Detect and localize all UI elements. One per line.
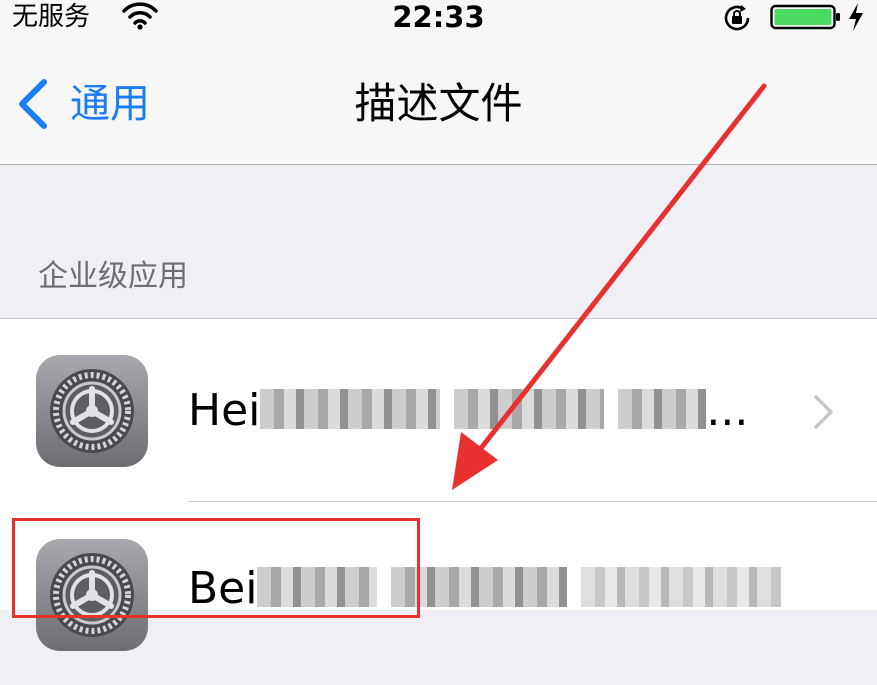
profile-name-visible: Bei (188, 563, 258, 614)
profile-name-visible: Hei (188, 385, 261, 436)
pixelated-text (581, 567, 782, 607)
navigation-bar: 通用 描述文件 (0, 36, 877, 165)
pixelated-text (454, 389, 605, 429)
profile-name-end: . (734, 385, 749, 436)
profile-item[interactable]: Hei... (0, 319, 877, 502)
pixelated-text (260, 389, 441, 429)
profile-name-ellipsis: .. (706, 385, 735, 436)
profile-name: Bei (188, 559, 782, 619)
pixelated-text (618, 389, 707, 429)
row-separator (188, 501, 877, 502)
profile-name: Hei... (188, 381, 748, 441)
profiles-list: Hei... Bei (0, 318, 877, 651)
profile-item[interactable]: Bei (0, 503, 877, 685)
charging-bolt-icon (849, 3, 863, 31)
status-bar: 无服务 22:33 (0, 0, 877, 36)
page-title: 描述文件 (354, 79, 523, 128)
settings-gear-icon (36, 355, 148, 467)
section-header: 企业级应用 (38, 259, 188, 294)
orientation-lock-icon (724, 5, 750, 31)
chevron-right-icon (814, 395, 833, 429)
battery-icon (770, 4, 840, 30)
settings-gear-icon (36, 539, 148, 651)
pixelated-text (391, 567, 568, 607)
pixelated-text (257, 567, 378, 607)
